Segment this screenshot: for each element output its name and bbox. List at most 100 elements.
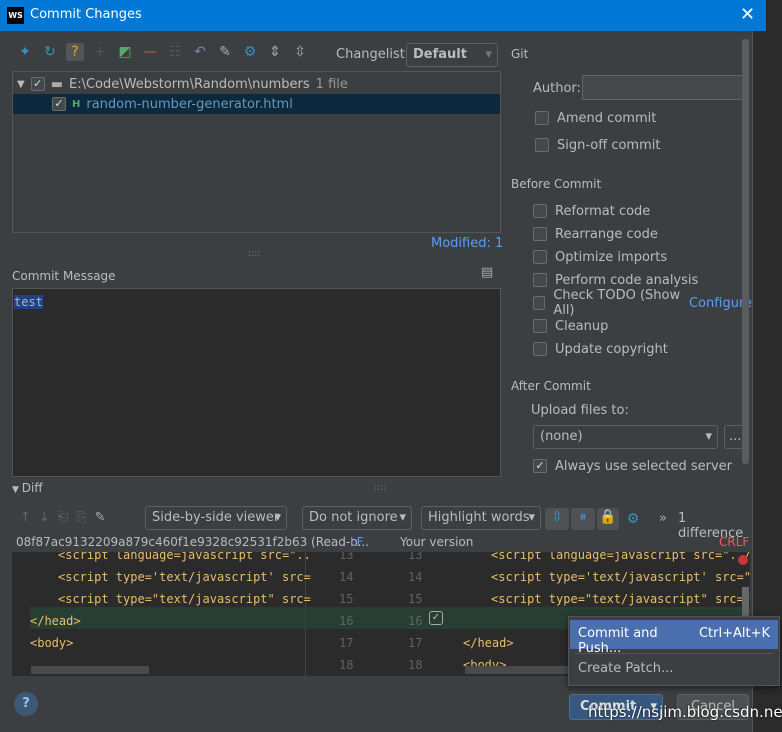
add-icon[interactable]: + xyxy=(91,43,109,61)
chevron-down-icon: ▾ xyxy=(485,47,492,62)
option-copyright[interactable]: Update copyright xyxy=(533,339,668,359)
code-line: </head> xyxy=(30,614,81,628)
line-number: 16 xyxy=(408,614,423,628)
lock-icon[interactable]: 🔒 xyxy=(597,508,619,530)
group-icon[interactable]: ☷ xyxy=(166,43,184,61)
remove-icon[interactable]: — xyxy=(141,43,159,61)
signoff-option[interactable]: Sign-off commit xyxy=(535,135,660,155)
option-label: Update copyright xyxy=(555,341,668,357)
splitter-handle[interactable]: :::: xyxy=(248,249,260,259)
right-title: Your version xyxy=(400,535,474,549)
gear-icon[interactable]: ⚙ xyxy=(241,43,259,61)
cleanup-checkbox[interactable] xyxy=(533,319,547,333)
todo-checkbox[interactable] xyxy=(533,296,546,310)
option-label: Cleanup xyxy=(555,318,609,334)
line-number: 14 xyxy=(339,570,354,584)
show-diff-icon[interactable]: ✦ xyxy=(16,43,34,61)
highlight-dropdown[interactable]: Highlight words ▾ xyxy=(421,506,541,530)
toolbar: ✦ ↻ ? + ◩ — ☷ ↶ ✎ ⚙ ⇕ ⇳ xyxy=(16,43,309,61)
create-patch-item[interactable]: Create Patch... xyxy=(578,661,673,676)
next-file-icon[interactable]: ⎘ xyxy=(76,510,86,525)
edit-icon[interactable]: ✎ xyxy=(216,43,234,61)
always-checkbox[interactable]: ✓ xyxy=(533,459,547,473)
prev-file-icon[interactable]: ⎗ xyxy=(58,510,68,525)
line-number: 18 xyxy=(339,658,354,672)
diff-settings-icon[interactable]: ⚙ xyxy=(624,510,642,528)
tree-root[interactable]: ▼ ✓ ▬ E:\Code\Webstorm\Random\numbers 1 … xyxy=(17,74,348,94)
move-icon[interactable]: ◩ xyxy=(116,43,134,61)
git-section-title: Git xyxy=(511,47,529,61)
file-name: random-number-generator.html xyxy=(86,96,293,112)
analysis-checkbox[interactable] xyxy=(533,273,547,287)
diff-header[interactable]: ▼ Diff xyxy=(12,481,43,495)
copyright-checkbox[interactable] xyxy=(533,342,547,356)
option-label: Check TODO (Show All) xyxy=(553,288,681,318)
right-scrollbar[interactable] xyxy=(742,39,749,464)
help-button[interactable]: ? xyxy=(14,692,38,716)
collapse-arrow-icon: ▼ xyxy=(12,485,22,495)
unversioned-icon[interactable]: ? xyxy=(66,43,84,61)
app-icon: WS xyxy=(7,7,24,24)
root-path: E:\Code\Webstorm\Random\numbers xyxy=(69,76,310,92)
commit-message-text: test xyxy=(14,295,43,309)
option-cleanup[interactable]: Cleanup xyxy=(533,316,608,336)
refresh-icon[interactable]: ↻ xyxy=(41,43,59,61)
rollback-icon[interactable]: ↶ xyxy=(191,43,209,61)
upload-dropdown[interactable]: (none) ▾ xyxy=(533,425,718,449)
after-commit-title: After Commit xyxy=(511,379,591,393)
author-label: Author: xyxy=(533,81,581,96)
expand-icon[interactable]: ⇕ xyxy=(266,43,284,61)
option-label: Rearrange code xyxy=(555,226,658,242)
diff-splitter[interactable]: :::: xyxy=(374,483,386,493)
edit-source-icon[interactable]: ✎ xyxy=(95,510,106,525)
optimize-checkbox[interactable] xyxy=(533,250,547,264)
prev-diff-icon[interactable]: ↑ xyxy=(20,510,31,525)
commit-options-popup: Commit and Push... Ctrl+Alt+K Create Patc… xyxy=(568,616,780,686)
code-line: <script language=javascript src="../ xyxy=(491,552,750,562)
apply-checkbox-icon[interactable]: ✓ xyxy=(429,611,443,625)
tree-file[interactable]: ✓ H random-number-generator.html xyxy=(13,94,500,114)
changelist-dropdown[interactable]: Default ▾ xyxy=(406,43,498,67)
close-icon[interactable]: ✕ xyxy=(740,4,755,25)
line-number: 17 xyxy=(408,636,423,650)
watermark: https://nsjim.blog.csdn.net xyxy=(588,703,782,721)
code-line: <script type='text/javascript' src=" xyxy=(491,570,750,584)
signoff-checkbox[interactable] xyxy=(535,138,549,152)
html-file-icon: H xyxy=(72,98,81,110)
amend-commit-option[interactable]: Amend commit xyxy=(535,108,656,128)
window-title: Commit Changes xyxy=(30,7,142,22)
code-line: <script type="text/javascript" src=" xyxy=(491,592,750,606)
option-rearrange[interactable]: Rearrange code xyxy=(533,224,658,244)
right-line-separator[interactable]: CRLF xyxy=(719,535,749,549)
option-reformat[interactable]: Reformat code xyxy=(533,201,650,221)
collapse-unchanged-icon[interactable]: ⇳ xyxy=(545,508,569,530)
amend-checkbox[interactable] xyxy=(535,111,549,125)
option-label: Optimize imports xyxy=(555,249,668,265)
left-hscrollbar[interactable] xyxy=(31,666,149,674)
code-line: </head> xyxy=(463,636,514,650)
more-icon[interactable]: » xyxy=(659,511,667,526)
expand-arrow-icon[interactable]: ▼ xyxy=(17,79,25,90)
sync-scroll-icon[interactable]: ⏸ xyxy=(571,508,595,530)
file-checkbox[interactable]: ✓ xyxy=(52,97,66,111)
rearrange-checkbox[interactable] xyxy=(533,227,547,241)
always-use-server-option[interactable]: ✓ Always use selected server xyxy=(533,456,732,476)
menu-separator xyxy=(575,653,773,654)
option-todo[interactable]: Check TODO (Show All) Configure xyxy=(533,288,752,318)
commit-and-push-item[interactable]: Commit and Push... Ctrl+Alt+K xyxy=(570,620,778,656)
upload-label: Upload files to: xyxy=(531,403,629,418)
left-line-separator[interactable]: LF xyxy=(350,535,364,549)
reformat-checkbox[interactable] xyxy=(533,204,547,218)
collapse-icon[interactable]: ⇳ xyxy=(291,43,309,61)
message-history-icon[interactable]: ▤ xyxy=(481,265,493,280)
right-hscrollbar[interactable] xyxy=(465,666,583,674)
commit-message-input[interactable]: test xyxy=(12,288,501,477)
author-input[interactable] xyxy=(582,75,746,100)
ignore-dropdown[interactable]: Do not ignore ▾ xyxy=(302,506,412,530)
viewer-dropdown[interactable]: Side-by-side viewer ▾ xyxy=(145,506,287,530)
option-analysis[interactable]: Perform code analysis xyxy=(533,270,698,290)
error-marker-icon xyxy=(738,555,748,565)
next-diff-icon[interactable]: ↓ xyxy=(39,510,50,525)
root-checkbox[interactable]: ✓ xyxy=(30,77,45,91)
option-optimize[interactable]: Optimize imports xyxy=(533,247,667,267)
